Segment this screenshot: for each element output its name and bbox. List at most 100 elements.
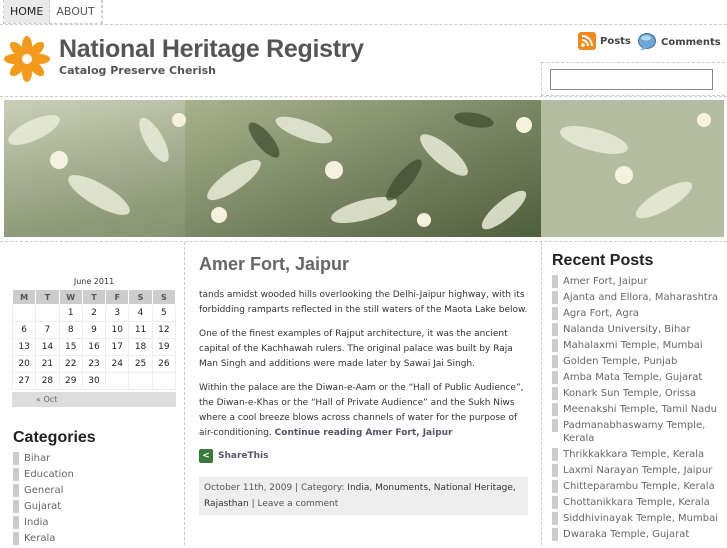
calendar-day: 4 <box>128 304 153 322</box>
calendar-day: 27 <box>11 372 37 390</box>
category-link[interactable]: General <box>13 484 178 497</box>
bullet-bar <box>552 291 558 304</box>
calendar-day-header: W <box>58 289 83 305</box>
calendar-day-header: M <box>11 289 37 305</box>
calendar-day: 28 <box>35 372 60 390</box>
calendar-day: 14 <box>35 338 60 356</box>
calendar-day: 5 <box>151 304 177 322</box>
recent-post-link-label: Mahalaxmi Temple, Mumbai <box>563 340 703 351</box>
bullet-bar <box>552 496 558 509</box>
calendar-day: 11 <box>128 321 153 339</box>
divider <box>0 24 727 25</box>
bullet-bar <box>552 307 558 320</box>
calendar-day: 18 <box>128 338 153 356</box>
leave-comment-link[interactable]: Leave a comment <box>258 499 339 509</box>
bullet-bar <box>552 464 558 477</box>
calendar-table: MTWTFSS 1 2 3 4 5 6 7 8 9 10 11 12 13 14 15 16 17 18 19 20 2… <box>11 289 177 390</box>
calendar-day: 15 <box>58 338 83 356</box>
bullet-bar <box>552 512 558 525</box>
category-link[interactable]: Education <box>13 468 178 481</box>
category-link-label: Education <box>24 469 74 480</box>
calendar-day: 6 <box>11 321 37 339</box>
calendar-day: 1 <box>58 304 83 322</box>
calendar-caption: June 2011 <box>73 277 115 286</box>
flower-logo-icon[interactable] <box>4 36 50 82</box>
category-link[interactable]: India <box>13 516 178 529</box>
recent-post-link-label: Chottanikkara Temple, Kerala <box>563 497 710 508</box>
recent-post-link-label: Laxmi Narayan Temple, Jaipur <box>563 465 713 476</box>
calendar-day: 9 <box>81 321 107 339</box>
post-date: October 11th, 2009 | Category: <box>204 483 348 493</box>
recent-post-link[interactable]: Chottanikkara Temple, Kerala <box>552 496 722 509</box>
nav-home[interactable]: HOME <box>4 0 51 23</box>
calendar-week: 12345 <box>11 304 177 322</box>
calendar-day <box>151 372 177 390</box>
bullet-bar <box>552 419 558 432</box>
calendar-day: 3 <box>105 304 130 322</box>
bullet-bar <box>13 452 19 465</box>
continue-reading-link[interactable]: Continue reading Amer Fort, Jaipur <box>275 428 453 438</box>
recent-post-link[interactable]: Mahalaxmi Temple, Mumbai <box>552 339 722 352</box>
calendar-day: 24 <box>105 355 130 373</box>
recent-post-link-label: Konark Sun Temple, Orissa <box>563 388 697 399</box>
recent-post-link-label: Agra Fort, Agra <box>563 308 639 319</box>
recent-post-link-label: Chitteparambu Temple, Kerala <box>563 481 715 492</box>
recent-post-link[interactable]: Agra Fort, Agra <box>552 307 722 320</box>
recent-post-link-label: Amba Mata Temple, Gujarat <box>563 372 703 383</box>
recent-post-link-label: Golden Temple, Punjab <box>563 356 678 367</box>
meta-separator: | <box>248 499 258 509</box>
recent-post-link[interactable]: Siddhivinayak Temple, Mumbai <box>552 512 722 525</box>
recent-post-link[interactable]: Meenakshi Temple, Tamil Nadu <box>552 403 722 416</box>
calendar-day <box>11 304 37 322</box>
recent-post-link-label: Ajanta and Ellora, Maharashtra <box>563 292 719 303</box>
posts-feed-link[interactable]: Posts <box>578 32 631 50</box>
nav-about[interactable]: ABOUT <box>50 0 102 23</box>
comments-feed-link[interactable]: Comments <box>637 32 721 52</box>
calendar-week: 6 7 8 9 10 11 12 <box>11 321 177 339</box>
search-input[interactable] <box>550 69 713 90</box>
bullet-bar <box>13 516 19 529</box>
calendar-day: 8 <box>58 321 83 339</box>
category-link-label: India <box>24 517 49 528</box>
share-this-button[interactable]: < ShareThis <box>199 449 528 463</box>
calendar-day: 29 <box>58 372 83 390</box>
calendar-day <box>128 372 153 390</box>
share-icon: < <box>199 449 213 463</box>
bullet-bar <box>552 448 558 461</box>
post-meta: October 11th, 2009 | Category: India, Mo… <box>199 477 528 515</box>
category-link-label: General <box>24 485 64 496</box>
recent-post-link[interactable]: Thrikkakkara Temple, Kerala <box>552 448 722 461</box>
calendar-prev-link[interactable]: « Oct <box>12 392 176 407</box>
category-link[interactable]: Bihar <box>13 452 178 465</box>
post-title[interactable]: Amer Fort, Jaipur <box>199 254 528 275</box>
calendar-day: 30 <box>81 372 107 390</box>
recent-post-link[interactable]: Amba Mata Temple, Gujarat <box>552 371 722 384</box>
category-link-label: Gujarat <box>24 501 62 512</box>
recent-post-link[interactable]: Konark Sun Temple, Orissa <box>552 387 722 400</box>
calendar-day-header: F <box>105 289 130 305</box>
calendar-day: 10 <box>105 321 130 339</box>
recent-post-link-label: Dwaraka Temple, Gujarat <box>563 529 690 540</box>
recent-post-link[interactable]: Dwaraka Temple, Gujarat <box>552 528 722 541</box>
recent-post-link[interactable]: Ajanta and Ellora, Maharashtra <box>552 291 722 304</box>
recent-post-link[interactable]: Padmanabhaswamy Temple, Kerala <box>552 419 722 445</box>
recent-post-link[interactable]: Chitteparambu Temple, Kerala <box>552 480 722 493</box>
calendar-day: 7 <box>35 321 60 339</box>
recent-post-link[interactable]: Nalanda University, Bihar <box>552 323 722 336</box>
header-banner-image <box>4 100 724 237</box>
recent-post-link-label: Siddhivinayak Temple, Mumbai <box>563 513 719 524</box>
recent-post-link[interactable]: Golden Temple, Punjab <box>552 355 722 368</box>
bullet-bar <box>552 403 558 416</box>
recent-post-link-label: Thrikkakkara Temple, Kerala <box>563 449 705 460</box>
post-paragraph: Within the palace are the Diwan-e-Aam or… <box>199 381 528 441</box>
calendar-day-header: T <box>35 289 60 305</box>
category-link[interactable]: Gujarat <box>13 500 178 513</box>
calendar-day: 19 <box>151 338 177 356</box>
recent-post-link[interactable]: Laxmi Narayan Temple, Jaipur <box>552 464 722 477</box>
recent-post-link[interactable]: Amer Fort, Jaipur <box>552 275 722 288</box>
calendar-day: 21 <box>35 355 60 373</box>
category-link[interactable]: Kerala <box>13 532 178 545</box>
site-title[interactable]: National Heritage Registry <box>59 35 364 64</box>
calendar-day <box>105 372 130 390</box>
bullet-bar <box>552 355 558 368</box>
